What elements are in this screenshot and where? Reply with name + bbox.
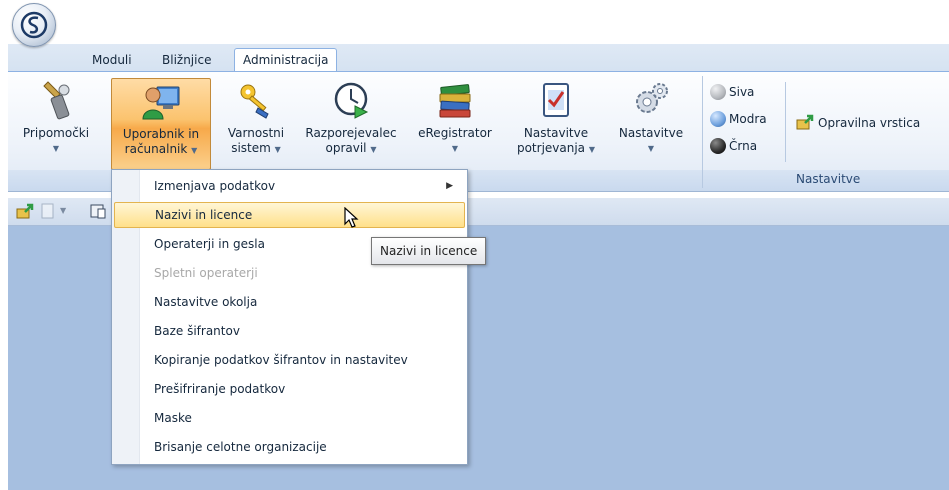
dropdown-arrow-icon: ▼ xyxy=(588,145,596,154)
menu-item-label: Operaterji in gesla xyxy=(154,237,265,251)
books-icon xyxy=(435,80,475,120)
varnostni-label-line1: Varnostni xyxy=(227,126,285,140)
menu-item-presifriranje-podatkov[interactable]: Prešifriranje podatkov xyxy=(114,376,465,402)
tab-administracija[interactable]: Administracija xyxy=(234,48,338,72)
menu-item-label: Kopiranje podatkov šifrantov in nastavit… xyxy=(154,353,408,367)
menu-item-label: Nastavitve okolja xyxy=(154,295,258,309)
menu-item-maske[interactable]: Maske xyxy=(114,405,465,431)
menu-item-label: Brisanje celotne organizacije xyxy=(154,440,327,454)
keys-icon xyxy=(236,80,276,120)
ribbon-tabstrip xyxy=(8,44,949,72)
qat-export-icon[interactable] xyxy=(16,203,34,222)
potrjevanja-label-line1: Nastavitve xyxy=(523,126,589,140)
menu-item-label: Izmenjava podatkov xyxy=(154,179,276,193)
opravilna-vrstica-button[interactable]: Opravilna vrstica xyxy=(796,113,920,133)
gears-icon xyxy=(631,80,671,120)
dropdown-arrow-icon: ▼ xyxy=(191,146,198,155)
dropdown-arrow-icon: ▼ xyxy=(451,144,459,153)
uporabnik-in-racunalnik-button[interactable]: Uporabnik in računalnik ▼ xyxy=(111,78,211,170)
eregistrator-label: eRegistrator xyxy=(418,126,492,140)
theme-modra-button[interactable]: Modra xyxy=(710,109,767,129)
app-logo-icon xyxy=(20,11,48,39)
checklist-icon xyxy=(536,80,576,120)
menu-item-kopiranje-podatkov[interactable]: Kopiranje podatkov šifrantov in nastavit… xyxy=(114,347,465,373)
dropdown-arrow-icon: ▼ xyxy=(274,145,281,154)
varnostni-sistem-button[interactable]: Varnostni sistem ▼ xyxy=(218,78,294,170)
tab-moduli[interactable]: Moduli xyxy=(84,49,140,72)
submenu-arrow-icon: ▶ xyxy=(446,181,453,191)
ribbon-group-separator xyxy=(702,76,703,188)
menu-item-nazivi-in-licence[interactable]: Nazivi in licence xyxy=(114,202,465,228)
theme-siva-button[interactable]: Siva xyxy=(710,82,754,102)
scheduler-clock-icon xyxy=(331,80,371,120)
razporejevalec-label-line2: opravil xyxy=(325,141,367,155)
potrjevanja-label-line2: potrjevanja xyxy=(516,141,586,155)
dropdown-arrow-icon: ▼ xyxy=(52,144,60,153)
varnostni-label-line2: sistem xyxy=(231,141,271,155)
menu-item-izmenjava-podatkov[interactable]: Izmenjava podatkov ▶ xyxy=(114,173,465,199)
tools-icon xyxy=(36,80,76,120)
theme-crna-label: Črna xyxy=(729,139,758,153)
theme-modra-label: Modra xyxy=(729,112,767,126)
tab-bliznjice[interactable]: Bližnjice xyxy=(154,49,219,72)
nastavitve-label: Nastavitve xyxy=(618,126,684,140)
menu-item-nastavitve-okolja[interactable]: Nastavitve okolja xyxy=(114,289,465,315)
dropdown-arrow-icon: ▼ xyxy=(647,144,655,153)
tooltip: Nazivi in licence xyxy=(371,237,487,265)
ribbon-small-separator xyxy=(785,82,786,162)
menu-item-label: Spletni operaterji xyxy=(154,266,258,280)
uporabnik-label-line1: Uporabnik in xyxy=(122,127,200,141)
menu-item-brisanje-celotne-organizacije[interactable]: Brisanje celotne organizacije xyxy=(114,434,465,460)
theme-crna-button[interactable]: Črna xyxy=(710,136,757,156)
qat-dropdown-icon[interactable]: ▼ xyxy=(60,206,66,215)
menu-item-label: Baze šifrantov xyxy=(154,324,240,338)
razporejevalec-opravil-button[interactable]: Razporejevalec opravil ▼ xyxy=(301,78,401,170)
theme-siva-label: Siva xyxy=(729,85,755,99)
title-bar xyxy=(0,0,949,44)
app-orb-button[interactable] xyxy=(12,3,56,47)
menu-item-label: Maske xyxy=(154,411,192,425)
qat-window-icon[interactable] xyxy=(90,203,106,222)
uporabnik-dropdown-menu: Izmenjava podatkov ▶ Nazivi in licence O… xyxy=(111,169,468,465)
user-computer-icon xyxy=(141,81,181,121)
black-orb-icon xyxy=(710,138,726,154)
menu-item-label: Prešifriranje podatkov xyxy=(154,382,286,396)
menu-item-label: Nazivi in licence xyxy=(155,208,253,222)
pripomocki-button[interactable]: Pripomočki ▼ xyxy=(16,78,96,170)
pripomocki-label: Pripomočki xyxy=(22,126,90,140)
menu-item-baze-sifrantov[interactable]: Baze šifrantov xyxy=(114,318,465,344)
qat-document-icon[interactable] xyxy=(40,203,56,222)
group-caption-nastavitve: Nastavitve xyxy=(796,172,861,186)
grey-orb-icon xyxy=(710,84,726,100)
razporejevalec-label-line1: Razporejevalec xyxy=(305,126,397,140)
nastavitve-button[interactable]: Nastavitve ▼ xyxy=(610,78,692,170)
eregistrator-button[interactable]: eRegistrator ▼ xyxy=(410,78,500,170)
nastavitve-potrjevanja-button[interactable]: Nastavitve potrjevanja ▼ xyxy=(508,78,604,170)
opravilna-vrstica-label: Opravilna vrstica xyxy=(818,116,921,130)
dropdown-arrow-icon: ▼ xyxy=(370,145,377,154)
taskbar-export-icon xyxy=(796,114,814,136)
uporabnik-label-line2: računalnik xyxy=(124,142,188,156)
blue-orb-icon xyxy=(710,111,726,127)
mouse-cursor-icon xyxy=(344,206,360,232)
